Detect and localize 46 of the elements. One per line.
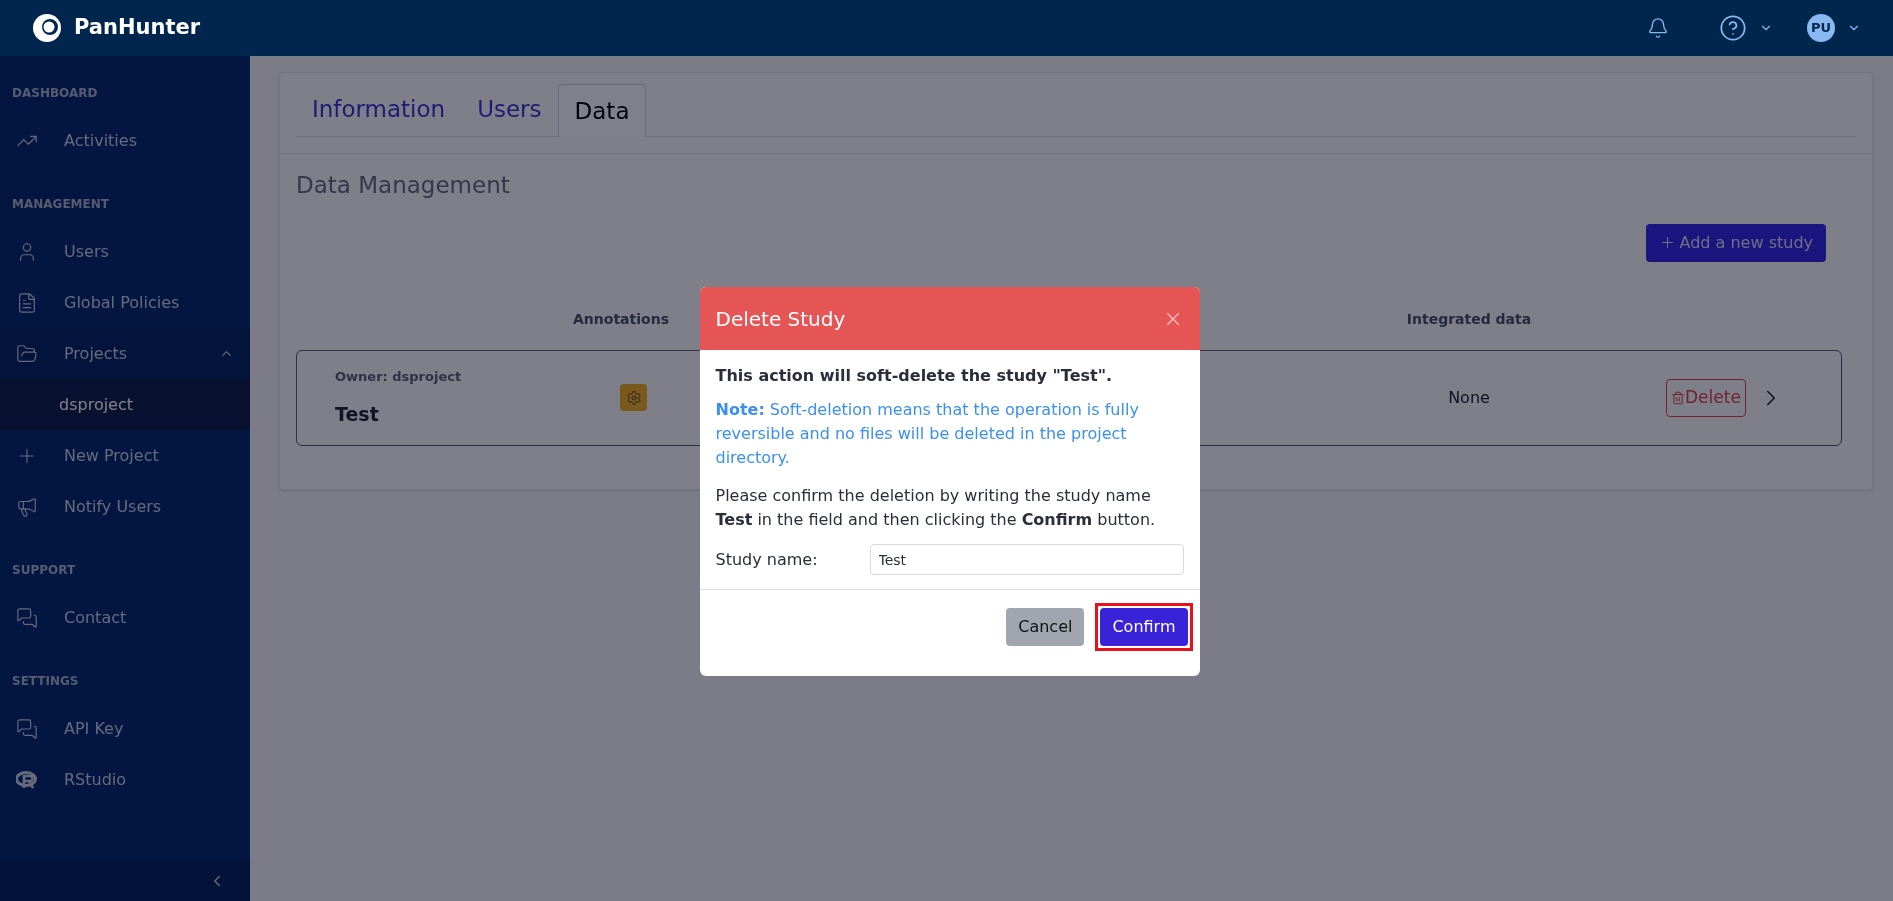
sidebar-subitem[interactable]: dsproject (0, 379, 250, 430)
section-title: Data Management (296, 171, 511, 200)
field-label: Study name: (715, 548, 819, 571)
bell-icon[interactable] (1647, 17, 1669, 39)
table-cell-text: None (1448, 386, 1490, 409)
column-header: Annotations (573, 310, 669, 329)
dialog-title: Delete Study (715, 305, 846, 333)
tab[interactable]: Data (557, 84, 647, 137)
section-heading: SUPPORT (11, 562, 77, 579)
sidebar-item[interactable]: Projects (0, 328, 250, 379)
section-heading: DASHBOARD (11, 85, 99, 102)
r-logo-icon (16, 770, 38, 789)
section-heading: SETTINGS (11, 673, 80, 690)
sidebar-item[interactable]: Global Policies (0, 277, 250, 328)
sidebar-item[interactable]: Users (0, 226, 250, 277)
sidebar-item[interactable]: RStudio (0, 754, 250, 805)
chat-bubbles-icon (16, 717, 38, 740)
settings-icon[interactable] (620, 384, 647, 411)
sidebar-item[interactable]: API Key (0, 703, 250, 754)
logo-icon (32, 13, 62, 43)
delete-button[interactable]: Delete (1666, 378, 1746, 417)
help-icon[interactable] (1719, 14, 1747, 42)
sidebar-item[interactable]: Activities (0, 115, 250, 166)
chat-bubbles-icon (16, 606, 38, 629)
sidebar-item[interactable]: Contact (0, 592, 250, 643)
note-text: Note: Soft-deletion means that the operation is fully reversible and no files will be deleted in the project directory. (715, 399, 1140, 469)
trash-icon (1671, 389, 1685, 406)
megaphone-icon (16, 495, 38, 518)
study-name-field[interactable]: Test (869, 544, 1184, 575)
app-name: PanHunter (74, 14, 201, 42)
confirm-button[interactable]: Confirm (1100, 608, 1188, 646)
cancel-button[interactable]: Cancel (1006, 608, 1085, 646)
tab[interactable]: Information (296, 83, 462, 136)
column-header: Integrated data (1406, 310, 1532, 329)
sidebar-item[interactable]: New Project (0, 430, 250, 481)
warning-text: This action will soft-delete the study "Test". (715, 365, 1114, 387)
document-icon (16, 291, 38, 314)
folder-icon (16, 342, 38, 365)
sidebar-item[interactable]: Notify Users (0, 481, 250, 532)
study-name: Test (335, 402, 380, 427)
section-heading: MANAGEMENT (11, 196, 110, 213)
tab[interactable]: Users (461, 83, 558, 136)
user-avatar[interactable]: PU (1807, 14, 1835, 42)
add-study-button[interactable]: Add a new study (1645, 223, 1826, 262)
instructions-text: Please confirm the deletion by writing the study name Test in the field and then clicking the Confirm button. (715, 485, 1157, 531)
owner-label: Owner: dsproject (335, 367, 463, 386)
